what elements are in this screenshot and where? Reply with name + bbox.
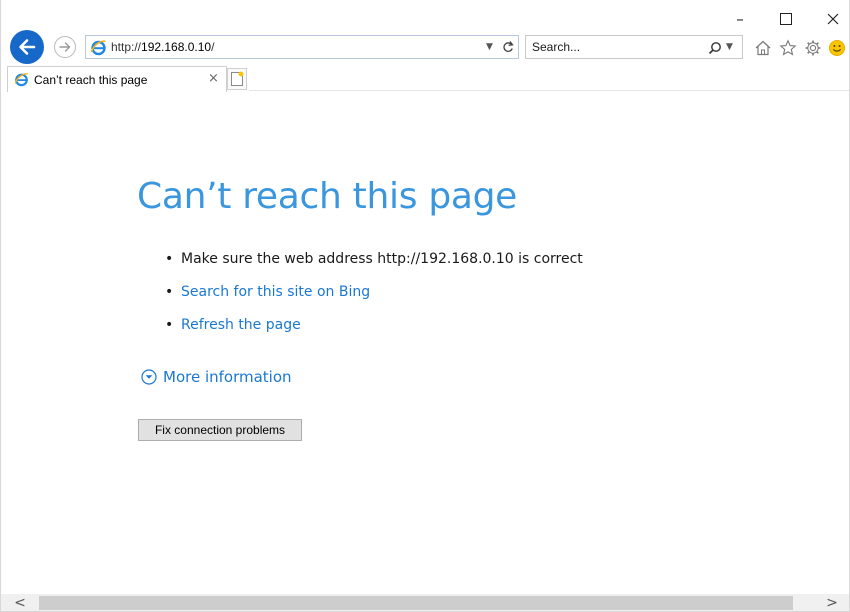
forward-arrow-icon [59,42,71,52]
tab-active[interactable]: Can’t reach this page × [7,66,227,92]
suggestion-list: • Make sure the web address http://192.16… [165,246,583,345]
forward-button[interactable] [54,36,76,58]
close-icon [827,13,839,25]
fix-connection-button[interactable]: Fix connection problems [138,419,302,441]
home-icon[interactable] [753,38,773,58]
feedback-smiley-icon[interactable] [827,38,847,58]
minimize-label: – [736,10,744,28]
maximize-button[interactable] [771,8,801,30]
search-box[interactable]: ▼ [525,35,743,59]
address-path: / [211,40,215,54]
scrollbar-thumb[interactable] [39,596,793,610]
tab-strip: Can’t reach this page × [1,66,849,92]
suggestion-check-address: Make sure the web address http://192.168… [181,251,583,267]
chevron-down-circle-icon [141,369,157,385]
more-information-label: More information [163,368,292,386]
browser-window: – http://192.168.0.10/ ▼ Search... ▼ Can… [0,0,850,612]
list-item: • Search for this site on Bing [165,279,583,312]
bullet-dot: • [165,251,174,267]
tools-gear-icon[interactable] [803,38,823,58]
search-input[interactable] [530,38,690,56]
back-button[interactable] [10,30,44,64]
more-information-toggle[interactable]: More information [141,368,292,386]
search-bing-link[interactable]: Search for this site on Bing [181,284,370,300]
scroll-right-icon[interactable]: > [819,594,845,611]
address-dropdown-icon[interactable]: ▼ [486,42,493,52]
list-item: • Refresh the page [165,312,583,345]
minimize-button[interactable]: – [725,8,755,30]
ie-logo-icon [90,39,107,60]
horizontal-scrollbar[interactable]: < > [1,594,849,611]
refresh-icon[interactable] [500,38,516,56]
back-arrow-icon [19,39,36,55]
page-title: Can’t reach this page [137,176,518,217]
tab-ie-logo-icon [14,72,29,91]
new-tab-icon [231,71,244,86]
list-item: • Make sure the web address http://192.16… [165,246,583,279]
scroll-left-icon[interactable]: < [7,594,33,611]
address-bar[interactable]: http://192.168.0.10/ ▼ [85,35,519,59]
bullet-dot: • [165,317,174,333]
close-window-button[interactable] [818,8,848,30]
tab-close-icon[interactable]: × [208,71,219,86]
address-protocol: http:// [111,40,142,54]
search-icon[interactable] [706,39,724,57]
favorites-star-icon[interactable] [778,38,798,58]
bullet-dot: • [165,284,174,300]
search-dropdown-icon[interactable]: ▼ [726,42,733,52]
address-text[interactable]: http://192.168.0.10/ [111,40,214,54]
new-tab-button[interactable] [227,68,247,90]
maximize-icon [780,13,792,25]
tab-title: Can’t reach this page [34,73,148,87]
refresh-page-link[interactable]: Refresh the page [181,317,301,333]
address-host: 192.168.0.10 [141,40,212,54]
tab-divider [249,90,849,91]
